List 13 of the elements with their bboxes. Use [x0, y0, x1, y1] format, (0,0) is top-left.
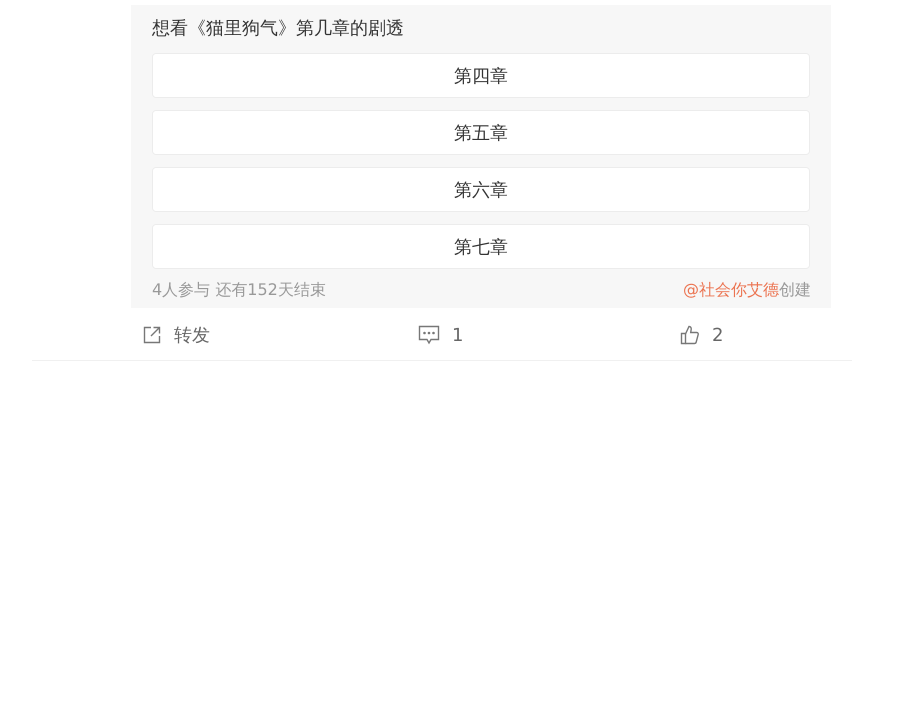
creator-note: @社会你艾德创建 — [683, 280, 811, 300]
comment-button[interactable]: 1 — [418, 323, 464, 347]
like-button[interactable]: 2 — [680, 323, 724, 347]
poll-title: 想看《猫里狗气》第几章的剧透 — [152, 18, 405, 40]
thumbs-up-icon — [680, 325, 700, 345]
poll-stats: 4人参与 还有152天结束 — [152, 280, 326, 300]
share-icon — [142, 325, 162, 345]
poll-option[interactable]: 第六章 — [152, 167, 810, 212]
poll-option[interactable]: 第五章 — [152, 110, 810, 155]
share-button[interactable]: 转发 — [142, 323, 210, 347]
poll-option[interactable]: 第七章 — [152, 224, 810, 269]
comment-icon — [418, 325, 440, 345]
poll-option[interactable]: 第四章 — [152, 53, 810, 98]
